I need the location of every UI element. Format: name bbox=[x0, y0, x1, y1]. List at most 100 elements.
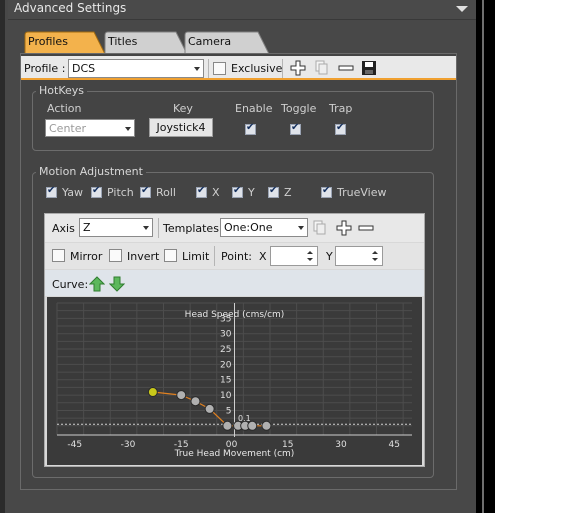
tab-label: Profiles bbox=[28, 35, 68, 48]
save-profile-icon[interactable] bbox=[361, 60, 377, 76]
curve-point[interactable] bbox=[261, 420, 272, 431]
arrow-up-icon[interactable] bbox=[89, 276, 105, 292]
divider bbox=[282, 59, 283, 78]
roll-checkbox[interactable] bbox=[140, 185, 151, 198]
divider bbox=[158, 218, 159, 238]
window-header[interactable]: Advanced Settings bbox=[8, 0, 476, 20]
spin-up-icon[interactable] bbox=[372, 251, 378, 254]
curve-point[interactable] bbox=[176, 390, 187, 401]
trap-column-header: Trap bbox=[329, 102, 353, 115]
point-label: Point: bbox=[221, 250, 253, 263]
chart-x-axis-label: True Head Movement (cm) bbox=[174, 449, 295, 459]
spin-down-icon[interactable] bbox=[307, 258, 313, 261]
remove-template-icon[interactable] bbox=[358, 220, 374, 236]
chart-y-axis-label: Head Speed (cms/cm) bbox=[185, 310, 285, 320]
action-select[interactable]: Center bbox=[45, 119, 135, 137]
window-right-edge bbox=[476, 0, 495, 513]
tab-profiles[interactable]: Profiles bbox=[24, 31, 106, 55]
hotkeys-group-title: HotKeys bbox=[36, 84, 87, 97]
curve-point[interactable] bbox=[204, 403, 215, 414]
remove-profile-icon[interactable] bbox=[338, 60, 354, 76]
y-tick-label: 20 bbox=[220, 360, 232, 370]
pitch-label: Pitch bbox=[107, 186, 134, 199]
trueview-label: TrueView bbox=[337, 186, 387, 199]
curve-chart[interactable]: -45 -30 -15 0 15 30 45510152025303500.1 Head S… bbox=[47, 297, 422, 465]
tab-titles[interactable]: Titles bbox=[104, 31, 188, 55]
divider bbox=[208, 59, 209, 78]
trap-checkbox[interactable] bbox=[335, 122, 346, 135]
action-select-value: Center bbox=[49, 122, 87, 135]
x-label: X bbox=[212, 186, 220, 199]
y-point-spinner[interactable] bbox=[335, 246, 383, 266]
mirror-checkbox[interactable] bbox=[52, 249, 65, 262]
copy-profile-icon[interactable] bbox=[314, 60, 330, 76]
spin-up-icon[interactable] bbox=[307, 251, 313, 254]
z-checkbox[interactable] bbox=[268, 185, 279, 198]
add-profile-icon[interactable] bbox=[290, 60, 306, 76]
exclusive-label: Exclusive bbox=[231, 62, 283, 75]
profile-select[interactable]: DCS bbox=[68, 59, 204, 78]
x-point-spinner[interactable] bbox=[270, 246, 318, 266]
trueview-checkbox[interactable] bbox=[321, 185, 332, 198]
collapse-chevron-icon[interactable] bbox=[456, 6, 468, 12]
window-left-edge bbox=[0, 0, 5, 513]
y-checkbox[interactable] bbox=[232, 185, 243, 198]
toggle-column-header: Toggle bbox=[281, 102, 317, 115]
chevron-down-icon bbox=[298, 226, 304, 230]
curve-point[interactable] bbox=[247, 420, 258, 431]
spin-down-icon[interactable] bbox=[372, 258, 378, 261]
roll-label: Roll bbox=[156, 186, 176, 199]
x-tick-label: -45 bbox=[67, 440, 82, 450]
y-tick-label: 15 bbox=[220, 376, 231, 386]
add-template-icon[interactable] bbox=[336, 220, 352, 236]
tab-label: Camera bbox=[188, 35, 232, 48]
curve-label: Curve: bbox=[52, 278, 89, 291]
toggle-checkbox[interactable] bbox=[290, 122, 301, 135]
y-tick-label: 10 bbox=[220, 391, 232, 401]
divider bbox=[214, 246, 215, 266]
x-point-label: X bbox=[259, 250, 267, 263]
profile-select-value: DCS bbox=[72, 62, 96, 75]
window-title: Advanced Settings bbox=[14, 1, 127, 15]
y-tick-label: 25 bbox=[220, 345, 231, 355]
enable-checkbox[interactable] bbox=[245, 122, 256, 135]
invert-label: Invert bbox=[127, 250, 160, 263]
key-assign-button[interactable]: Joystick4 bbox=[149, 118, 213, 137]
enable-column-header: Enable bbox=[235, 102, 273, 115]
templates-label: Templates bbox=[163, 222, 219, 235]
limit-checkbox[interactable] bbox=[164, 249, 177, 262]
chevron-down-icon bbox=[194, 67, 200, 71]
chevron-down-icon bbox=[143, 226, 149, 230]
profile-label: Profile : bbox=[24, 62, 66, 75]
curve-point[interactable] bbox=[190, 396, 201, 407]
copy-curve-icon[interactable] bbox=[312, 220, 328, 236]
mirror-label: Mirror bbox=[70, 250, 103, 263]
action-column-header: Action bbox=[47, 102, 82, 115]
edge-stripe bbox=[482, 0, 484, 513]
invert-checkbox[interactable] bbox=[109, 249, 122, 262]
key-column-header: Key bbox=[173, 102, 193, 115]
arrow-down-icon[interactable] bbox=[109, 276, 125, 292]
curve-point[interactable] bbox=[222, 420, 233, 431]
pitch-checkbox[interactable] bbox=[91, 185, 102, 198]
yaw-label: Yaw bbox=[62, 186, 83, 199]
yaw-checkbox[interactable] bbox=[46, 185, 57, 198]
y-tick-label: 5 bbox=[226, 406, 232, 416]
exclusive-checkbox[interactable] bbox=[213, 62, 226, 75]
z-label: Z bbox=[284, 186, 292, 199]
x-tick-label: -30 bbox=[121, 440, 136, 450]
tab-label: Titles bbox=[108, 35, 138, 48]
motion-group-title: Motion Adjustment bbox=[36, 165, 146, 178]
templates-select-value: One:One bbox=[224, 221, 273, 234]
axis-select-value: Z bbox=[83, 221, 91, 234]
axis-label: Axis bbox=[52, 222, 75, 235]
y-label: Y bbox=[248, 186, 255, 199]
y-tick-label: 30 bbox=[220, 330, 232, 340]
tab-camera[interactable]: Camera bbox=[184, 31, 270, 55]
chevron-down-icon bbox=[125, 127, 131, 131]
x-tick-label: 30 bbox=[335, 440, 347, 450]
templates-select[interactable]: One:One bbox=[220, 218, 308, 237]
curve-point-selected[interactable] bbox=[147, 387, 158, 398]
axis-select[interactable]: Z bbox=[79, 218, 153, 237]
x-checkbox[interactable] bbox=[196, 185, 207, 198]
